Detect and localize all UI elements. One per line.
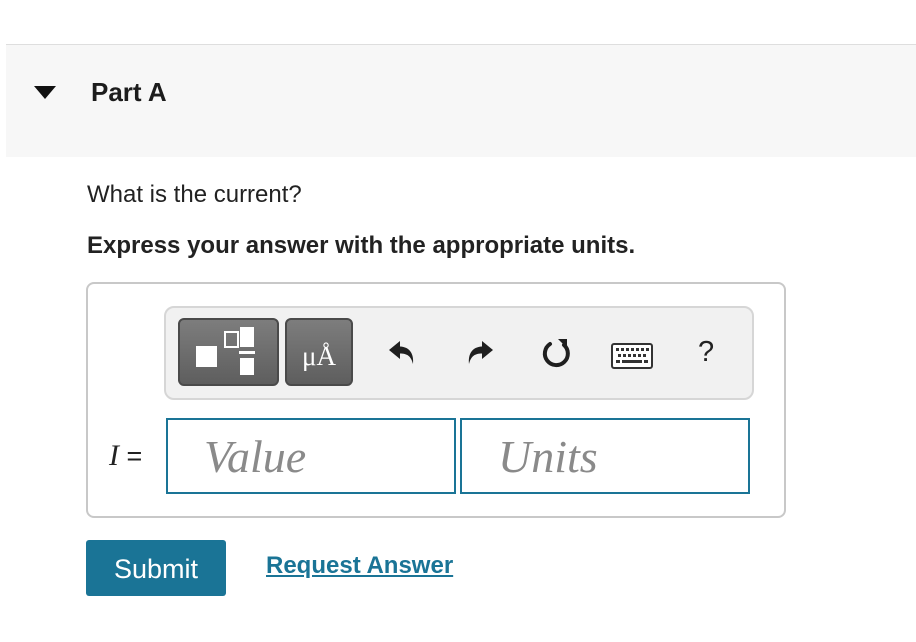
submit-button[interactable]: Submit — [86, 540, 226, 596]
equals-sign: = — [126, 441, 143, 471]
variable-symbol: I — [109, 439, 119, 472]
caret-down-icon[interactable] — [34, 86, 56, 99]
help-icon[interactable]: ? — [698, 335, 714, 369]
fraction-template-icon — [196, 327, 255, 375]
variable-label: I = — [109, 440, 142, 472]
answer-instruction: Express your answer with the appropriate… — [87, 232, 636, 259]
keyboard-icon[interactable] — [611, 343, 653, 369]
units-button[interactable]: μÅ — [285, 318, 353, 386]
part-header[interactable]: Part A — [6, 45, 916, 157]
question-text: What is the current? — [87, 181, 302, 208]
reset-circular-arrow-icon[interactable] — [538, 335, 574, 371]
request-answer-link[interactable]: Request Answer — [266, 551, 453, 581]
units-input[interactable] — [460, 418, 750, 494]
templates-button[interactable] — [178, 318, 279, 386]
redo-arrow-icon[interactable] — [464, 336, 496, 368]
value-input[interactable] — [166, 418, 456, 494]
part-title: Part A — [91, 77, 167, 107]
undo-arrow-icon[interactable] — [386, 336, 418, 368]
